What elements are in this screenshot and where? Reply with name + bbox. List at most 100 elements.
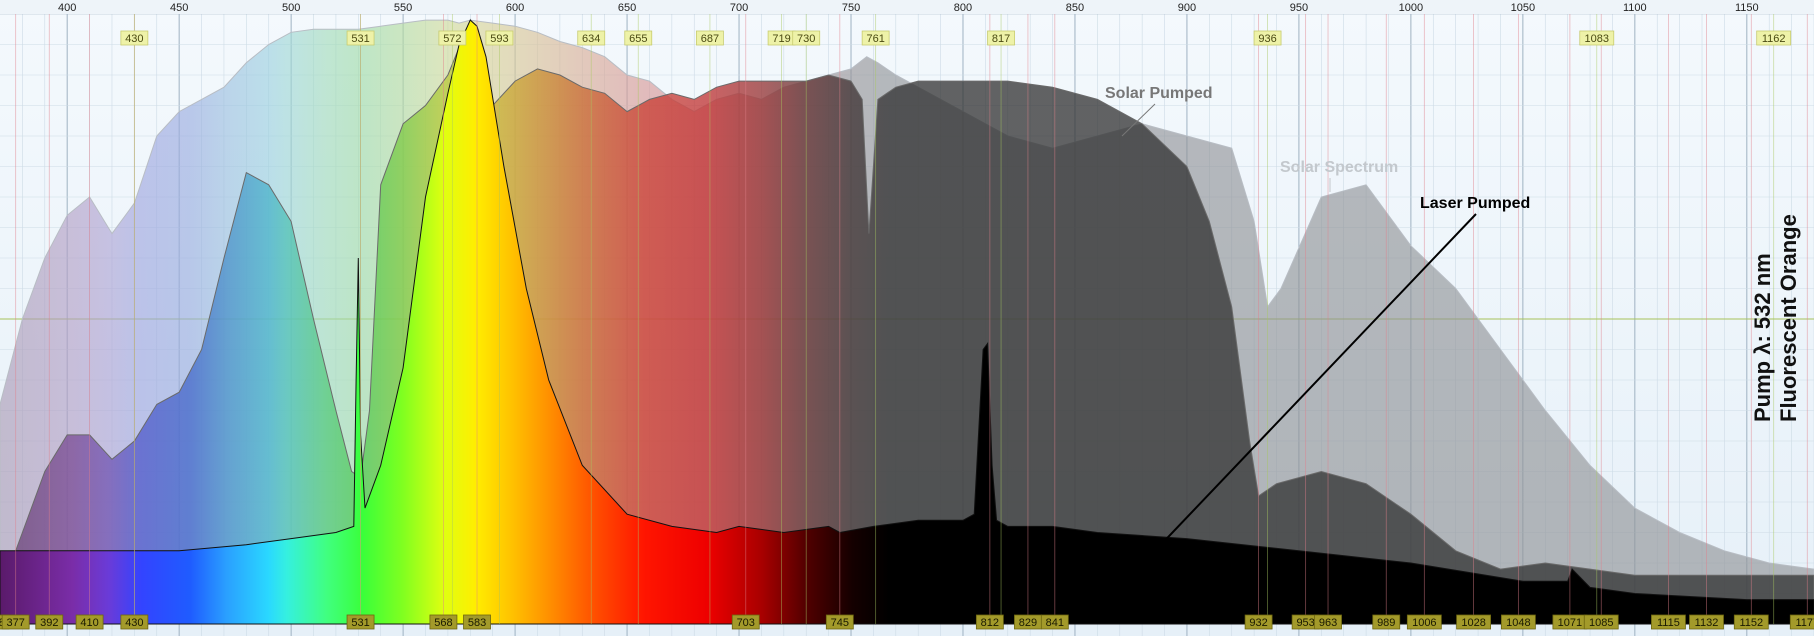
top-peak-label: 936 [1253,30,1282,46]
bottom-peak-label: 841 [1040,614,1069,630]
bottom-peak-label: 430 [120,614,149,630]
top-peak-label: 1083 [1579,30,1615,46]
bottom-peak-label-text: 410 [80,617,98,629]
top-peak-label: 593 [485,30,514,46]
bottom-peak-label: 703 [731,614,760,630]
bottom-peak-label: 932 [1244,614,1273,630]
bottom-peak-label-text: 1028 [1461,617,1485,629]
bottom-peak-label-text: 1006 [1412,617,1436,629]
bottom-peak-label-text: 1132 [1695,617,1719,629]
bottom-peak-label: 1115 [1651,614,1686,630]
top-peak-label-text: 687 [701,33,719,45]
top-peak-label: 817 [987,30,1015,46]
x-tick-label: 1150 [1735,2,1759,14]
top-peak-label-text: 1083 [1585,33,1609,45]
top-peak-label: 572 [438,30,467,46]
top-peak-label-text: 730 [797,33,815,45]
top-peak-label: 719 [767,30,796,46]
bottom-peak-label: 989 [1372,614,1401,630]
bottom-peak-label: 745 [825,614,854,630]
solar-spectrum-label: Solar Spectrum [1280,159,1398,176]
bottom-peak-label-text: 1152 [1739,617,1763,629]
top-peak-label-text: 430 [125,33,143,45]
top-peak-label-text: 817 [992,33,1010,45]
bottom-peak-label-text: 745 [831,617,849,629]
top-peak-label: 1162 [1756,30,1792,46]
x-tick-label: 1100 [1623,2,1647,14]
bottom-peak-label-text: 377 [6,617,24,629]
x-tick-label: 850 [1066,2,1084,14]
x-tick-label: 950 [1290,2,1308,14]
bottom-peak-label: 531 [346,614,375,630]
bottom-peak-label: 1152 [1733,614,1769,630]
x-tick-label: 400 [58,2,76,14]
bottom-peak-label: 1048 [1500,614,1536,630]
x-axis-band [0,0,1814,14]
bottom-peak-label-text: 568 [434,617,452,629]
bottom-peak-label: 829 [1014,614,1042,630]
bottom-peak-label-text: 812 [981,617,999,629]
top-peak-label: 655 [624,30,653,46]
bottom-peak-label: 812 [975,614,1004,630]
top-peak-label-text: 572 [443,33,461,45]
laser-pumped-label: Laser Pumped [1420,195,1530,212]
bottom-peak-label: 377 [1,614,30,630]
bottom-peak-label-text: 1085 [1589,617,1613,629]
bottom-peak-label: 392 [35,614,64,630]
x-tick-label: 900 [1178,2,1196,14]
bottom-peak-label-text: 953 [1296,617,1314,629]
bottom-peak-label: 583 [463,614,491,630]
top-peak-label-text: 1162 [1762,33,1786,45]
bottom-peak-label-text: 841 [1046,617,1064,629]
x-tick-label: 650 [618,2,636,14]
top-peak-label: 430 [120,30,149,46]
top-peak-label-text: 936 [1258,33,1276,45]
bottom-peak-label-text: 703 [737,617,755,629]
bottom-peak-label: 1006 [1406,614,1442,630]
bottom-peak-label-text: 1071 [1558,617,1582,629]
x-tick-label: 600 [506,2,524,14]
bottom-peak-label: 410 [75,614,104,630]
top-peak-label: 730 [792,30,821,46]
top-peak-label-text: 634 [582,33,600,45]
bottom-peak-label-text: 1115 [1657,617,1680,629]
x-tick-label: 450 [170,2,188,14]
bottom-peak-label-text: 583 [468,617,486,629]
bottom-peak-label: 1177 [1789,614,1814,630]
bottom-peak-label: 1132 [1689,614,1724,630]
bottom-peak-label-text: 1048 [1506,617,1530,629]
bottom-peak-label-text: 430 [125,617,143,629]
bottom-peak-label-text: 989 [1377,617,1395,629]
x-tick-label: 750 [842,2,860,14]
bottom-peak-label-text: 963 [1319,617,1337,629]
bottom-peak-label: 568 [429,614,458,630]
bottom-peak-label-text: 1177 [1795,617,1814,629]
bottom-peak-label-text: 531 [351,617,369,629]
bottom-peak-label-text: 829 [1019,617,1037,629]
x-tick-label: 500 [282,2,300,14]
top-peak-label-text: 593 [490,33,508,45]
bottom-peak-label-text: 932 [1249,617,1267,629]
x-tick-label: 1050 [1511,2,1535,14]
top-peak-label: 531 [346,30,375,46]
top-peak-label-text: 655 [629,33,647,45]
bottom-peak-label-text: 392 [40,617,58,629]
spectrum-plot: 400 450 500 550 600 650 700 750 800 850 900 950 1000… [0,0,1814,636]
top-peak-label-text: 761 [866,33,884,45]
side-title-line2: Fluorescent Orange [1776,214,1801,422]
bottom-peak-label: 1028 [1456,614,1491,630]
bottom-peak-label: 1085 [1583,614,1619,630]
x-tick-label: 1000 [1399,2,1423,14]
top-peak-label: 761 [861,30,890,46]
top-peak-label: 634 [577,30,606,46]
bottom-peak-label: 1071 [1552,614,1588,630]
top-peak-label: 687 [696,30,724,46]
bottom-peak-label: 963 [1314,614,1342,630]
solar-pumped-label: Solar Pumped [1105,85,1213,102]
x-tick-label: 550 [394,2,412,14]
side-title-line1: Pump λ: 532 nm [1750,253,1775,422]
x-axis: 400 450 500 550 600 650 700 750 800 850 900 950 1000… [0,0,1814,14]
x-tick-label: 700 [730,2,748,14]
x-tick-label: 800 [954,2,972,14]
top-peak-label-text: 719 [772,33,790,45]
